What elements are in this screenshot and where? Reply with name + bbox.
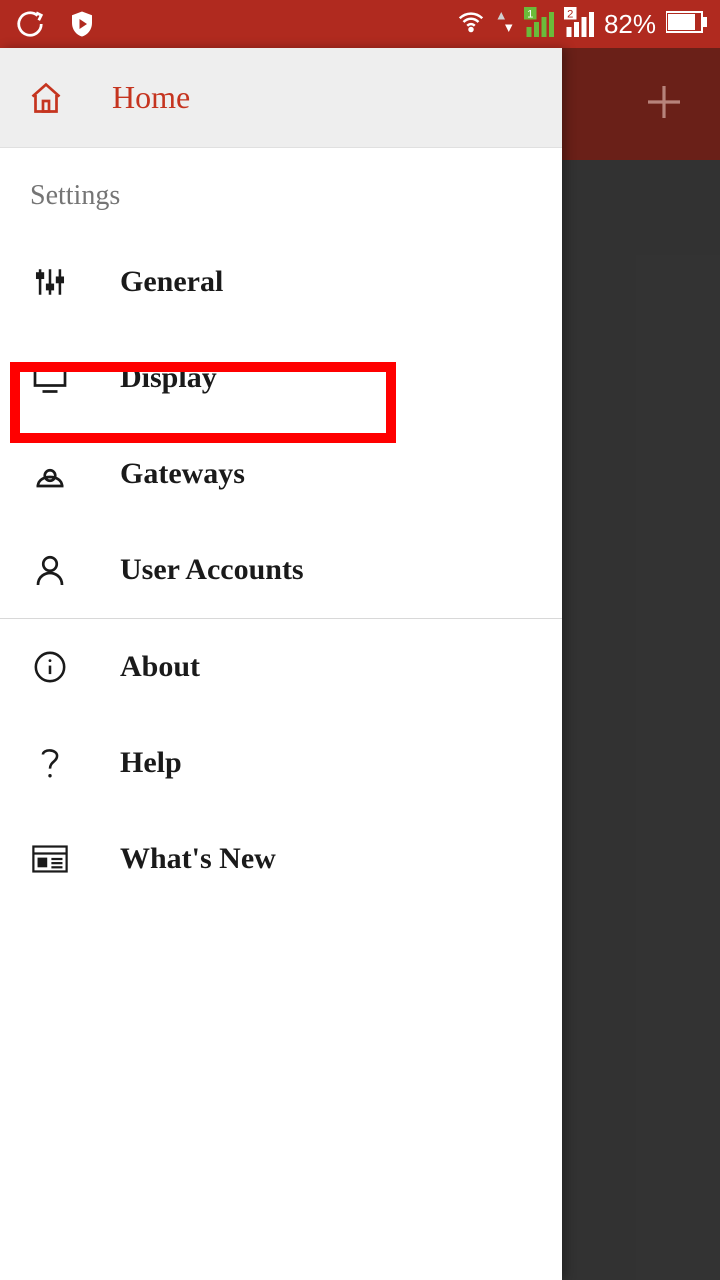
- sidebar-item-about[interactable]: About: [0, 619, 562, 715]
- general-label: General: [120, 265, 223, 299]
- info-icon: [32, 650, 68, 684]
- gateway-icon: [32, 456, 68, 492]
- sliders-icon: [32, 265, 68, 299]
- home-label: Home: [112, 79, 190, 116]
- sidebar-item-home[interactable]: Home: [0, 48, 562, 148]
- svg-text:1: 1: [527, 8, 533, 20]
- svg-text:2: 2: [567, 8, 573, 20]
- signal-sim2-icon: 2: [564, 7, 594, 42]
- help-icon: [32, 743, 68, 783]
- play-shield-icon: [64, 9, 100, 39]
- sidebar-item-whats-new[interactable]: What's New: [0, 811, 562, 907]
- user-accounts-label: User Accounts: [120, 553, 304, 587]
- display-label: Display: [120, 361, 217, 395]
- home-icon: [28, 80, 64, 116]
- sync-icon: [12, 9, 48, 39]
- add-button[interactable]: [640, 78, 688, 131]
- sidebar-item-gateways[interactable]: Gateways: [0, 426, 562, 522]
- gateways-label: Gateways: [120, 457, 245, 491]
- sidebar-drawer: Home Settings General Display: [0, 48, 562, 1280]
- signal-sim1-icon: 1: [524, 7, 554, 42]
- battery-percentage: 82%: [604, 9, 656, 40]
- news-icon: [32, 844, 68, 874]
- about-label: About: [120, 650, 200, 684]
- data-arrows-icon: [496, 7, 514, 42]
- sidebar-item-help[interactable]: Help: [0, 715, 562, 811]
- sidebar-item-general[interactable]: General: [0, 234, 562, 330]
- monitor-icon: [32, 360, 68, 396]
- whats-new-label: What's New: [120, 842, 276, 876]
- sidebar-item-display[interactable]: Display: [0, 330, 562, 426]
- section-header-settings: Settings: [0, 148, 562, 234]
- user-icon: [32, 552, 68, 588]
- help-label: Help: [120, 746, 182, 780]
- scrim[interactable]: [562, 160, 720, 1280]
- status-right: 1 2 82%: [456, 7, 708, 42]
- sidebar-item-user-accounts[interactable]: User Accounts: [0, 522, 562, 618]
- battery-icon: [666, 10, 708, 39]
- status-bar: 1 2 82%: [0, 0, 720, 48]
- status-left: [12, 9, 100, 39]
- wifi-icon: [456, 7, 486, 42]
